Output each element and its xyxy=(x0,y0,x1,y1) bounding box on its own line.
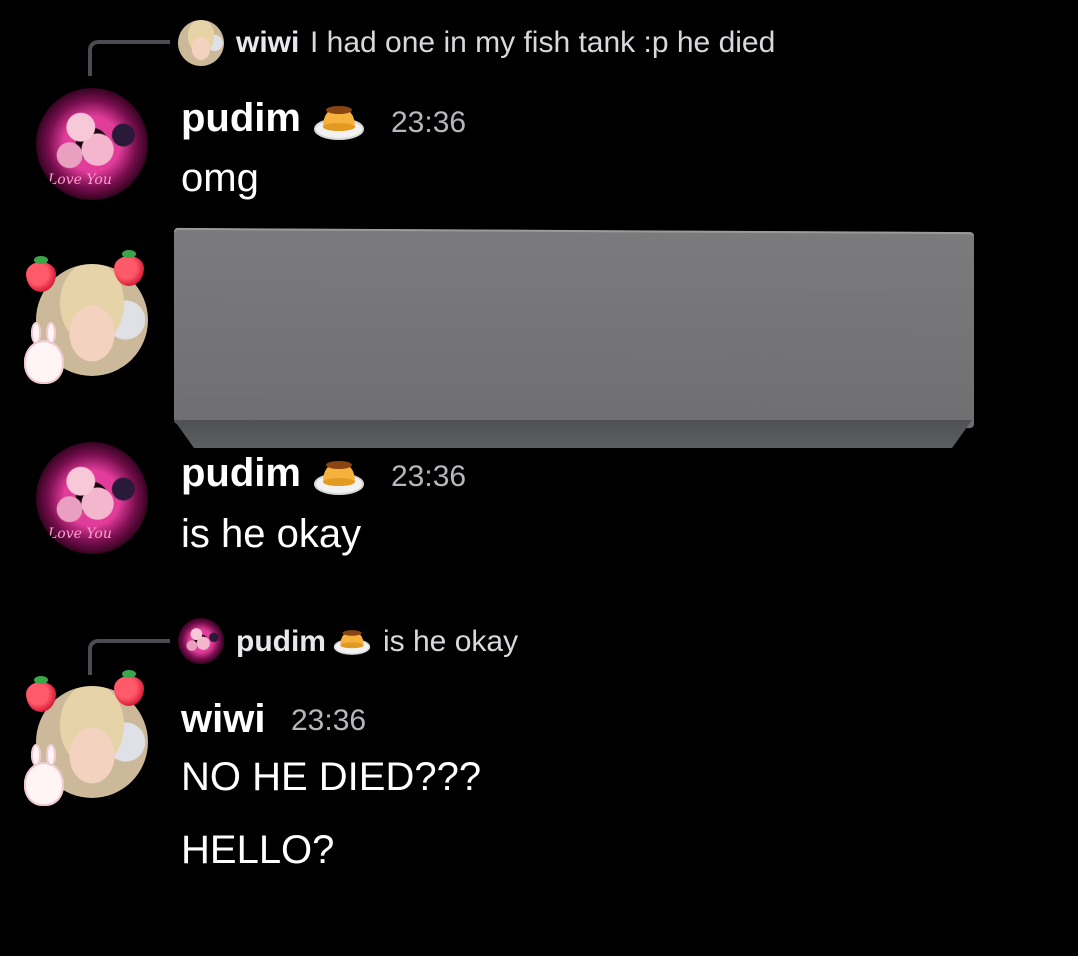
strawberry-decoration xyxy=(114,250,144,286)
message-timestamp: 23:36 xyxy=(391,460,467,493)
message-author[interactable]: wiwi xyxy=(181,697,265,742)
message-timestamp: 23:36 xyxy=(391,106,467,139)
reply-connector xyxy=(88,40,170,76)
flan-pudding-emoji xyxy=(314,106,364,140)
avatar-caption: Love You xyxy=(48,172,112,188)
reply-avatar-pudim[interactable] xyxy=(178,618,224,664)
message-text: HELLO? xyxy=(181,828,335,872)
message-text: omg xyxy=(181,156,259,200)
reply-avatar-wiwi[interactable] xyxy=(178,20,224,66)
bunny-decoration xyxy=(24,744,64,806)
flan-pudding-emoji xyxy=(333,630,371,655)
redaction-block-edge xyxy=(174,420,972,448)
message-timestamp: 23:36 xyxy=(291,704,367,737)
avatar-pudim[interactable]: Love You xyxy=(36,442,148,554)
redaction-block-face xyxy=(174,227,974,429)
message-text: is he okay xyxy=(181,512,362,556)
strawberry-decoration xyxy=(114,670,144,706)
flan-pudding-emoji xyxy=(314,461,364,495)
redacted-attachment[interactable] xyxy=(172,227,978,452)
message-text: NO HE DIED??? xyxy=(181,755,482,799)
reply-preview-text[interactable]: is he okay xyxy=(383,625,518,659)
reply-author[interactable]: pudim xyxy=(236,625,326,659)
reply-author[interactable]: wiwi xyxy=(236,26,299,60)
avatar-caption: Love You xyxy=(48,526,112,542)
avatar-pudim[interactable]: Love You xyxy=(36,88,148,200)
message-author[interactable]: pudim xyxy=(181,96,301,141)
message-author[interactable]: pudim xyxy=(181,451,301,496)
bunny-decoration xyxy=(24,322,64,384)
reply-preview-text[interactable]: I had one in my fish tank :p he died xyxy=(310,26,775,60)
